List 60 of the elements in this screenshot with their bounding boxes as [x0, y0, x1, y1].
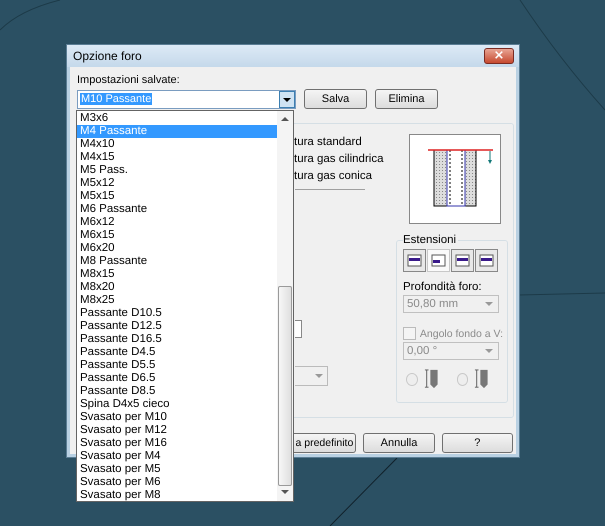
list-item[interactable]: M5 Pass.	[77, 164, 277, 177]
list-item[interactable]: M8 Passante	[77, 255, 277, 268]
list-item[interactable]: Spina D4x5 cieco	[77, 398, 277, 411]
scroll-up-icon[interactable]	[281, 117, 289, 122]
list-item[interactable]: Passante D8.5	[77, 385, 277, 398]
footer-button[interactable]: Annulla	[363, 433, 435, 453]
action-button[interactable]: Elimina	[375, 89, 438, 109]
list-item[interactable]: M6x12	[77, 216, 277, 229]
list-item[interactable]: Passante D4.5	[77, 346, 277, 359]
scrollbar[interactable]	[277, 111, 293, 501]
thread-option[interactable]: tura gas cilindrica	[294, 151, 384, 168]
extension-button[interactable]	[475, 249, 498, 272]
saved-settings-label: Impostazioni salvate:	[77, 73, 181, 87]
list-item[interactable]: Svasato per M12	[77, 424, 277, 437]
angle-value: 0,00 °	[407, 345, 438, 357]
list-item[interactable]: M5x15	[77, 190, 277, 203]
list-item[interactable]: Passante D10.5	[77, 307, 277, 320]
v-angle-label: Angolo fondo a V:	[420, 328, 503, 340]
list-item[interactable]: Svasato per M4	[77, 450, 277, 463]
list-item[interactable]: Svasato per M5	[77, 463, 277, 476]
list-item[interactable]: Passante D16.5	[77, 333, 277, 346]
list-item[interactable]: M4x15	[77, 151, 277, 164]
list-item[interactable]: Svasato per M6	[77, 476, 277, 489]
depth-label: Profondità foro:	[403, 281, 483, 293]
extension-icon	[455, 254, 470, 267]
extension-icon	[479, 254, 494, 267]
list-item[interactable]: M6 Passante	[77, 203, 277, 216]
list-item[interactable]: M3x6	[77, 112, 277, 125]
thread-option[interactable]: tura gas conica	[294, 168, 372, 185]
thread-option[interactable]: tura standard	[294, 134, 362, 151]
depth-value: 50,80 mm	[407, 298, 458, 310]
list-item[interactable]: M8x20	[77, 281, 277, 294]
extension-button[interactable]	[451, 249, 474, 272]
scroll-down-icon[interactable]	[281, 490, 289, 495]
extension-button[interactable]	[427, 249, 450, 272]
list-item[interactable]: M8x15	[77, 268, 277, 281]
window-title: Opzione foro	[73, 49, 142, 63]
list-item[interactable]: M6x15	[77, 229, 277, 242]
list-item[interactable]: Passante D12.5	[77, 320, 277, 333]
drill-tip-icon	[424, 368, 438, 390]
group-title: Estensioni	[403, 234, 458, 246]
list-item[interactable]: M8x25	[77, 294, 277, 307]
combo-value: M10 Passante	[80, 93, 152, 105]
extension-icon	[431, 254, 446, 267]
list-item[interactable]: M6x20	[77, 242, 277, 255]
footer-button[interactable]: a predefinito	[292, 433, 356, 453]
action-button[interactable]: Salva	[304, 89, 367, 109]
list-item[interactable]: Svasato per M10	[77, 411, 277, 424]
extension-button[interactable]	[403, 249, 426, 272]
combo-fragment[interactable]	[295, 320, 302, 338]
footer-button[interactable]: ?	[442, 433, 514, 453]
drill-tip-icon	[474, 368, 489, 390]
list-item[interactable]: M4x10	[77, 138, 277, 151]
extension-icon	[407, 254, 422, 267]
list-item[interactable]: M5x12	[77, 177, 277, 190]
list-item[interactable]: Svasato per M8	[77, 489, 277, 502]
list-item[interactable]: Passante D6.5	[77, 372, 277, 385]
list-item[interactable]: Passante D5.5	[77, 359, 277, 372]
combo-fragment[interactable]	[295, 366, 328, 386]
list-item[interactable]: Svasato per M16	[77, 437, 277, 450]
